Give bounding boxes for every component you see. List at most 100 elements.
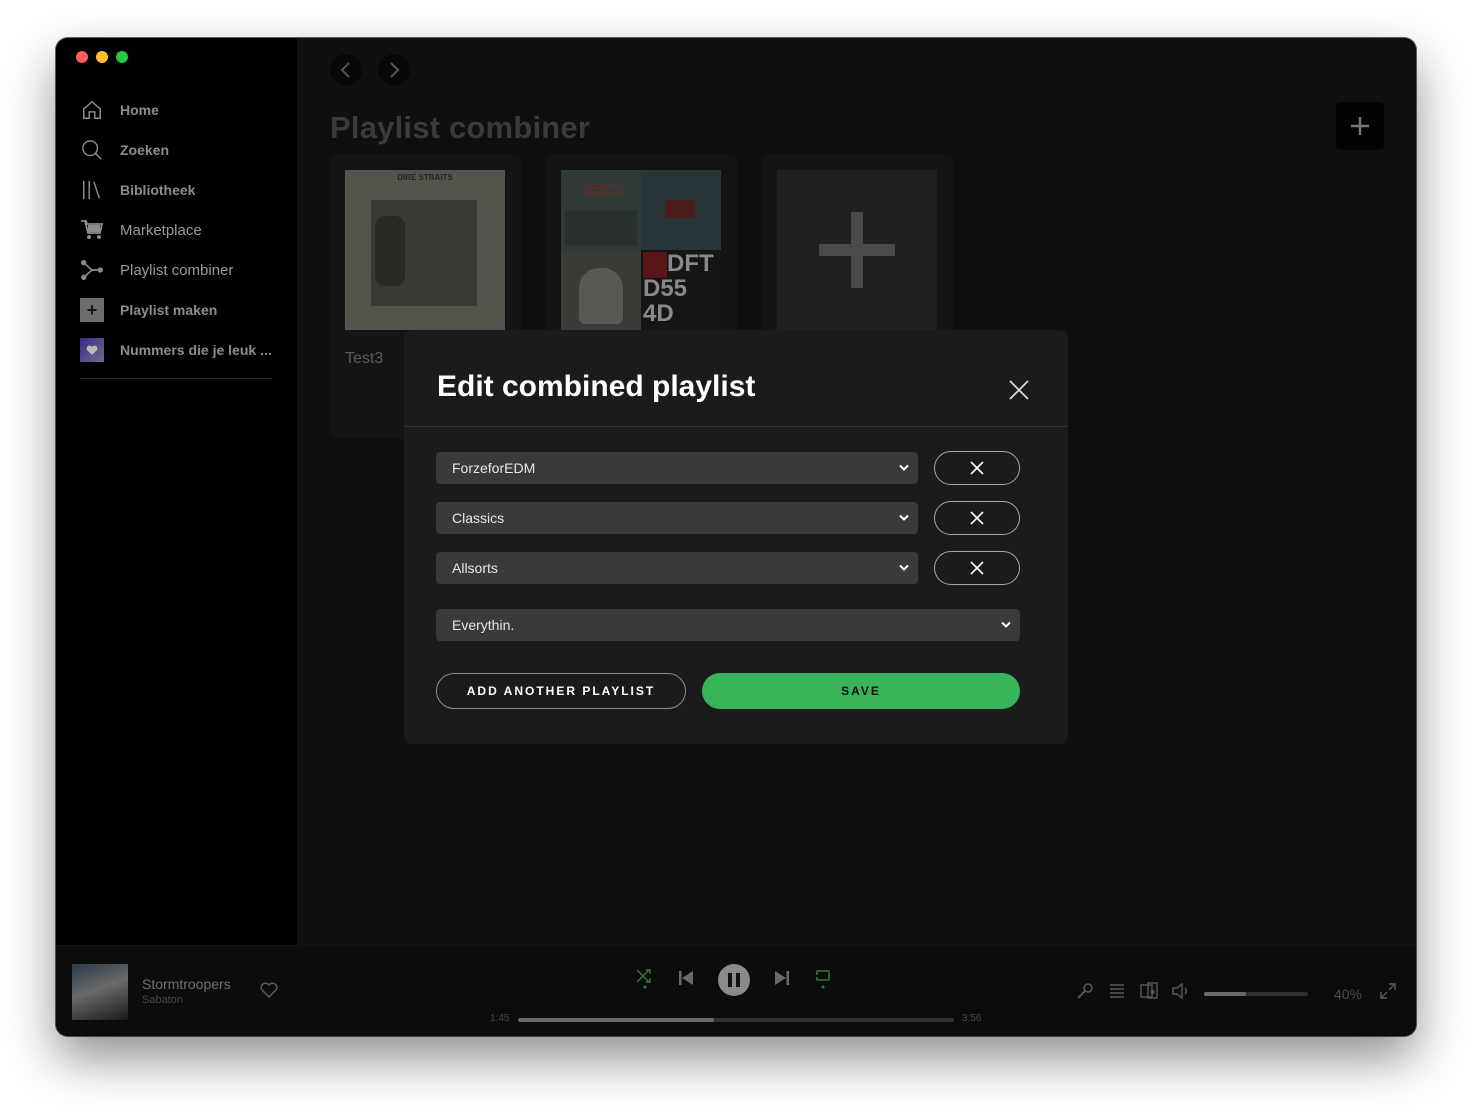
track-title[interactable]: Stormtroopers	[142, 976, 231, 992]
skip-back-icon	[679, 970, 693, 985]
repeat-icon	[816, 969, 830, 988]
target-playlist-select[interactable]: Everythin.	[436, 609, 1020, 641]
mosaic-tile: DFT D55 4D	[641, 250, 721, 330]
extra-controls: 40%	[1076, 982, 1396, 1005]
plus-square-icon: +	[80, 298, 104, 322]
lyrics-button[interactable]	[1076, 982, 1094, 1005]
sidebar-item-label: Playlist combiner	[120, 261, 234, 279]
remove-playlist-button[interactable]	[934, 451, 1020, 485]
repeat-button[interactable]	[814, 967, 832, 994]
cover-text: 4D	[643, 300, 674, 327]
source-playlist-row: Allsorts	[436, 551, 1020, 585]
chevron-down-icon	[899, 464, 909, 471]
now-playing-cover[interactable]	[72, 964, 128, 1020]
volume-button[interactable]	[1172, 982, 1190, 1004]
queue-button[interactable]	[1108, 983, 1126, 1004]
volume-percentage: 40%	[1333, 985, 1362, 1002]
chevron-down-icon	[899, 564, 909, 571]
close-icon	[970, 561, 984, 575]
dialog-close-button[interactable]	[1004, 375, 1034, 405]
remove-playlist-button[interactable]	[934, 501, 1020, 535]
close-window-button[interactable]	[76, 51, 88, 63]
sidebar-nav: Home Zoeken Bibliotheek Marketplace Play…	[80, 90, 272, 379]
search-icon	[80, 138, 104, 162]
minimize-window-button[interactable]	[96, 51, 108, 63]
progress-fill	[518, 1018, 715, 1022]
playback-controls	[636, 964, 832, 996]
playlist-card-name: Test3	[345, 350, 384, 367]
next-button[interactable]	[774, 970, 790, 991]
sidebar-item-label: Playlist maken	[120, 302, 218, 318]
shuffle-button[interactable]	[636, 967, 654, 994]
track-artist[interactable]: Sabaton	[142, 994, 183, 1006]
pause-icon-bar	[728, 973, 732, 987]
previous-button[interactable]	[678, 970, 694, 991]
target-playlist-row: Everythin.	[436, 609, 1020, 641]
source-playlist-select[interactable]: Allsorts	[436, 552, 918, 584]
sidebar-item-search[interactable]: Zoeken	[80, 130, 272, 170]
back-button[interactable]	[330, 54, 362, 86]
home-icon	[80, 98, 104, 122]
close-icon	[1009, 380, 1029, 400]
liked-songs-icon	[80, 338, 104, 362]
player-bar: Stormtroopers Sabaton 1:45 3:56 40%	[56, 945, 1416, 1036]
new-playlist-tile	[777, 170, 937, 330]
source-playlist-select[interactable]: Classics	[436, 502, 918, 534]
cart-icon	[80, 218, 104, 242]
like-button[interactable]	[260, 982, 278, 1003]
devices-icon	[1140, 982, 1158, 999]
save-button[interactable]: SAVE	[702, 673, 1020, 709]
cover-text: DFT	[667, 250, 714, 277]
page-title: Playlist combiner	[330, 110, 591, 145]
mosaic-tile	[641, 170, 721, 250]
pause-button[interactable]	[718, 964, 750, 996]
source-playlist-select[interactable]: ForzeforEDM	[436, 452, 918, 484]
forward-button[interactable]	[378, 54, 410, 86]
sidebar-item-marketplace[interactable]: Marketplace	[80, 210, 272, 250]
fullscreen-button[interactable]	[1380, 983, 1396, 1004]
pause-icon-bar	[736, 973, 740, 987]
chevron-right-icon	[390, 62, 400, 78]
app-window: Home Zoeken Bibliotheek Marketplace Play…	[56, 38, 1416, 1036]
add-another-playlist-button[interactable]: ADD ANOTHER PLAYLIST	[436, 673, 686, 709]
dialog-header: Edit combined playlist	[404, 330, 1068, 427]
window-controls	[76, 51, 128, 63]
select-value: Allsorts	[452, 560, 498, 576]
sidebar-item-label: Bibliotheek	[120, 182, 196, 198]
cover-text: DIRE STRAITS	[397, 173, 453, 182]
devices-button[interactable]	[1140, 982, 1158, 1005]
mosaic-tile	[561, 250, 641, 330]
add-combined-playlist-button[interactable]	[1336, 102, 1384, 150]
chevron-down-icon	[899, 514, 909, 521]
library-icon	[80, 178, 104, 202]
edit-playlist-dialog: Edit combined playlist ForzeforEDM Class…	[404, 330, 1068, 744]
sidebar-divider	[80, 378, 272, 379]
select-value: Everythin.	[452, 617, 515, 633]
cover-text: D55	[643, 275, 688, 302]
source-playlist-row: Classics	[436, 501, 1020, 535]
dialog-title: Edit combined playlist	[437, 370, 756, 403]
plus-icon	[819, 212, 895, 288]
select-value: ForzeforEDM	[452, 460, 536, 476]
sidebar-item-home[interactable]: Home	[80, 90, 272, 130]
chevron-left-icon	[340, 62, 350, 78]
progress-bar[interactable]	[518, 1018, 954, 1022]
heart-icon	[260, 982, 278, 999]
sidebar-item-liked-songs[interactable]: Nummers die je leuk ...	[80, 330, 272, 370]
sidebar-item-label: Nummers die je leuk ...	[120, 342, 272, 358]
mosaic-tile: BADMUTS VERPLICHT	[561, 170, 641, 250]
close-icon	[970, 461, 984, 475]
chevron-down-icon	[1001, 621, 1011, 628]
sidebar: Home Zoeken Bibliotheek Marketplace Play…	[56, 38, 297, 945]
zoom-window-button[interactable]	[116, 51, 128, 63]
sidebar-item-label: Zoeken	[120, 142, 170, 158]
remove-playlist-button[interactable]	[934, 551, 1020, 585]
sidebar-item-library[interactable]: Bibliotheek	[80, 170, 272, 210]
sidebar-item-playlist-combiner[interactable]: Playlist combiner	[80, 250, 272, 290]
speaker-icon	[1172, 982, 1187, 1000]
close-icon	[970, 511, 984, 525]
playlist-cover: DIRE STRAITS	[345, 170, 505, 330]
expand-icon	[1380, 983, 1396, 999]
volume-slider[interactable]	[1204, 991, 1308, 996]
sidebar-item-create-playlist[interactable]: + Playlist maken	[80, 290, 272, 330]
